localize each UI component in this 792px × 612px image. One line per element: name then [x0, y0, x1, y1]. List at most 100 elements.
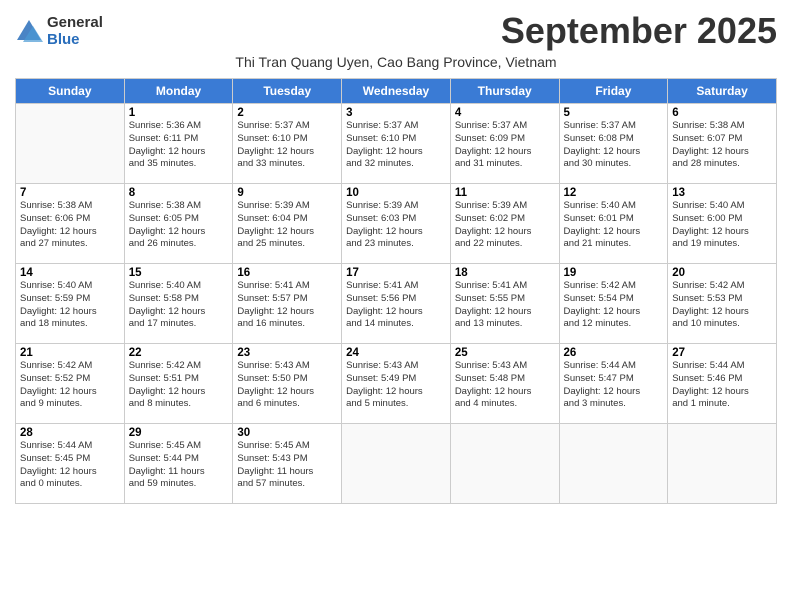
day-number: 16	[237, 267, 337, 279]
calendar-cell: 7Sunrise: 5:38 AM Sunset: 6:06 PM Daylig…	[16, 184, 125, 264]
day-number: 17	[346, 267, 446, 279]
calendar-cell: 18Sunrise: 5:41 AM Sunset: 5:55 PM Dayli…	[450, 264, 559, 344]
day-info: Sunrise: 5:45 AM Sunset: 5:44 PM Dayligh…	[129, 440, 229, 491]
logo-blue-text: Blue	[47, 32, 103, 49]
day-number: 29	[129, 427, 229, 439]
calendar-cell: 8Sunrise: 5:38 AM Sunset: 6:05 PM Daylig…	[124, 184, 233, 264]
calendar-cell: 19Sunrise: 5:42 AM Sunset: 5:54 PM Dayli…	[559, 264, 668, 344]
day-number: 19	[564, 267, 664, 279]
calendar-cell: 16Sunrise: 5:41 AM Sunset: 5:57 PM Dayli…	[233, 264, 342, 344]
calendar-cell	[16, 104, 125, 184]
day-number: 4	[455, 107, 555, 119]
header-friday: Friday	[559, 79, 668, 104]
day-number: 12	[564, 187, 664, 199]
calendar-cell: 11Sunrise: 5:39 AM Sunset: 6:02 PM Dayli…	[450, 184, 559, 264]
day-info: Sunrise: 5:39 AM Sunset: 6:03 PM Dayligh…	[346, 200, 446, 251]
header-thursday: Thursday	[450, 79, 559, 104]
day-number: 2	[237, 107, 337, 119]
header-monday: Monday	[124, 79, 233, 104]
calendar-cell	[342, 424, 451, 504]
calendar-cell: 6Sunrise: 5:38 AM Sunset: 6:07 PM Daylig…	[668, 104, 777, 184]
calendar-cell: 29Sunrise: 5:45 AM Sunset: 5:44 PM Dayli…	[124, 424, 233, 504]
header-wednesday: Wednesday	[342, 79, 451, 104]
day-info: Sunrise: 5:42 AM Sunset: 5:53 PM Dayligh…	[672, 280, 772, 331]
day-number: 5	[564, 107, 664, 119]
day-number: 24	[346, 347, 446, 359]
day-info: Sunrise: 5:39 AM Sunset: 6:02 PM Dayligh…	[455, 200, 555, 251]
day-number: 21	[20, 347, 120, 359]
day-info: Sunrise: 5:37 AM Sunset: 6:08 PM Dayligh…	[564, 120, 664, 171]
day-number: 6	[672, 107, 772, 119]
calendar-cell: 25Sunrise: 5:43 AM Sunset: 5:48 PM Dayli…	[450, 344, 559, 424]
calendar-cell	[668, 424, 777, 504]
calendar-cell: 5Sunrise: 5:37 AM Sunset: 6:08 PM Daylig…	[559, 104, 668, 184]
day-number: 25	[455, 347, 555, 359]
day-info: Sunrise: 5:43 AM Sunset: 5:50 PM Dayligh…	[237, 360, 337, 411]
day-info: Sunrise: 5:40 AM Sunset: 6:00 PM Dayligh…	[672, 200, 772, 251]
day-number: 23	[237, 347, 337, 359]
page-header: General Blue September 2025	[15, 10, 777, 52]
logo-general-text: General	[47, 15, 103, 32]
calendar-cell: 3Sunrise: 5:37 AM Sunset: 6:10 PM Daylig…	[342, 104, 451, 184]
day-info: Sunrise: 5:37 AM Sunset: 6:10 PM Dayligh…	[346, 120, 446, 171]
day-info: Sunrise: 5:40 AM Sunset: 6:01 PM Dayligh…	[564, 200, 664, 251]
calendar-cell: 13Sunrise: 5:40 AM Sunset: 6:00 PM Dayli…	[668, 184, 777, 264]
calendar-cell: 4Sunrise: 5:37 AM Sunset: 6:09 PM Daylig…	[450, 104, 559, 184]
day-number: 8	[129, 187, 229, 199]
calendar-week-5: 28Sunrise: 5:44 AM Sunset: 5:45 PM Dayli…	[16, 424, 777, 504]
day-number: 11	[455, 187, 555, 199]
calendar-week-4: 21Sunrise: 5:42 AM Sunset: 5:52 PM Dayli…	[16, 344, 777, 424]
calendar-cell: 10Sunrise: 5:39 AM Sunset: 6:03 PM Dayli…	[342, 184, 451, 264]
day-info: Sunrise: 5:37 AM Sunset: 6:09 PM Dayligh…	[455, 120, 555, 171]
calendar-cell: 21Sunrise: 5:42 AM Sunset: 5:52 PM Dayli…	[16, 344, 125, 424]
calendar-cell: 28Sunrise: 5:44 AM Sunset: 5:45 PM Dayli…	[16, 424, 125, 504]
day-info: Sunrise: 5:42 AM Sunset: 5:54 PM Dayligh…	[564, 280, 664, 331]
day-info: Sunrise: 5:45 AM Sunset: 5:43 PM Dayligh…	[237, 440, 337, 491]
calendar-cell: 27Sunrise: 5:44 AM Sunset: 5:46 PM Dayli…	[668, 344, 777, 424]
day-info: Sunrise: 5:38 AM Sunset: 6:07 PM Dayligh…	[672, 120, 772, 171]
day-info: Sunrise: 5:42 AM Sunset: 5:51 PM Dayligh…	[129, 360, 229, 411]
day-info: Sunrise: 5:39 AM Sunset: 6:04 PM Dayligh…	[237, 200, 337, 251]
day-info: Sunrise: 5:44 AM Sunset: 5:46 PM Dayligh…	[672, 360, 772, 411]
calendar-week-3: 14Sunrise: 5:40 AM Sunset: 5:59 PM Dayli…	[16, 264, 777, 344]
calendar-cell	[450, 424, 559, 504]
day-info: Sunrise: 5:38 AM Sunset: 6:05 PM Dayligh…	[129, 200, 229, 251]
day-info: Sunrise: 5:40 AM Sunset: 5:58 PM Dayligh…	[129, 280, 229, 331]
calendar-cell: 2Sunrise: 5:37 AM Sunset: 6:10 PM Daylig…	[233, 104, 342, 184]
logo: General Blue	[15, 15, 103, 48]
day-info: Sunrise: 5:37 AM Sunset: 6:10 PM Dayligh…	[237, 120, 337, 171]
day-number: 1	[129, 107, 229, 119]
calendar-cell: 20Sunrise: 5:42 AM Sunset: 5:53 PM Dayli…	[668, 264, 777, 344]
day-number: 9	[237, 187, 337, 199]
day-number: 3	[346, 107, 446, 119]
day-number: 18	[455, 267, 555, 279]
day-number: 10	[346, 187, 446, 199]
calendar-cell: 26Sunrise: 5:44 AM Sunset: 5:47 PM Dayli…	[559, 344, 668, 424]
day-info: Sunrise: 5:43 AM Sunset: 5:49 PM Dayligh…	[346, 360, 446, 411]
day-info: Sunrise: 5:38 AM Sunset: 6:06 PM Dayligh…	[20, 200, 120, 251]
header-saturday: Saturday	[668, 79, 777, 104]
day-info: Sunrise: 5:41 AM Sunset: 5:56 PM Dayligh…	[346, 280, 446, 331]
calendar-week-2: 7Sunrise: 5:38 AM Sunset: 6:06 PM Daylig…	[16, 184, 777, 264]
day-info: Sunrise: 5:40 AM Sunset: 5:59 PM Dayligh…	[20, 280, 120, 331]
calendar-cell: 22Sunrise: 5:42 AM Sunset: 5:51 PM Dayli…	[124, 344, 233, 424]
calendar-header-row: SundayMondayTuesdayWednesdayThursdayFrid…	[16, 79, 777, 104]
calendar-cell: 15Sunrise: 5:40 AM Sunset: 5:58 PM Dayli…	[124, 264, 233, 344]
header-tuesday: Tuesday	[233, 79, 342, 104]
day-number: 27	[672, 347, 772, 359]
calendar-cell: 1Sunrise: 5:36 AM Sunset: 6:11 PM Daylig…	[124, 104, 233, 184]
calendar-cell: 23Sunrise: 5:43 AM Sunset: 5:50 PM Dayli…	[233, 344, 342, 424]
calendar-cell: 12Sunrise: 5:40 AM Sunset: 6:01 PM Dayli…	[559, 184, 668, 264]
day-info: Sunrise: 5:44 AM Sunset: 5:47 PM Dayligh…	[564, 360, 664, 411]
header-sunday: Sunday	[16, 79, 125, 104]
calendar-cell	[559, 424, 668, 504]
day-info: Sunrise: 5:36 AM Sunset: 6:11 PM Dayligh…	[129, 120, 229, 171]
subtitle: Thi Tran Quang Uyen, Cao Bang Province, …	[15, 54, 777, 70]
calendar-week-1: 1Sunrise: 5:36 AM Sunset: 6:11 PM Daylig…	[16, 104, 777, 184]
calendar-table: SundayMondayTuesdayWednesdayThursdayFrid…	[15, 78, 777, 504]
day-number: 14	[20, 267, 120, 279]
month-title: September 2025	[501, 10, 777, 52]
calendar-cell: 17Sunrise: 5:41 AM Sunset: 5:56 PM Dayli…	[342, 264, 451, 344]
day-number: 22	[129, 347, 229, 359]
day-number: 13	[672, 187, 772, 199]
